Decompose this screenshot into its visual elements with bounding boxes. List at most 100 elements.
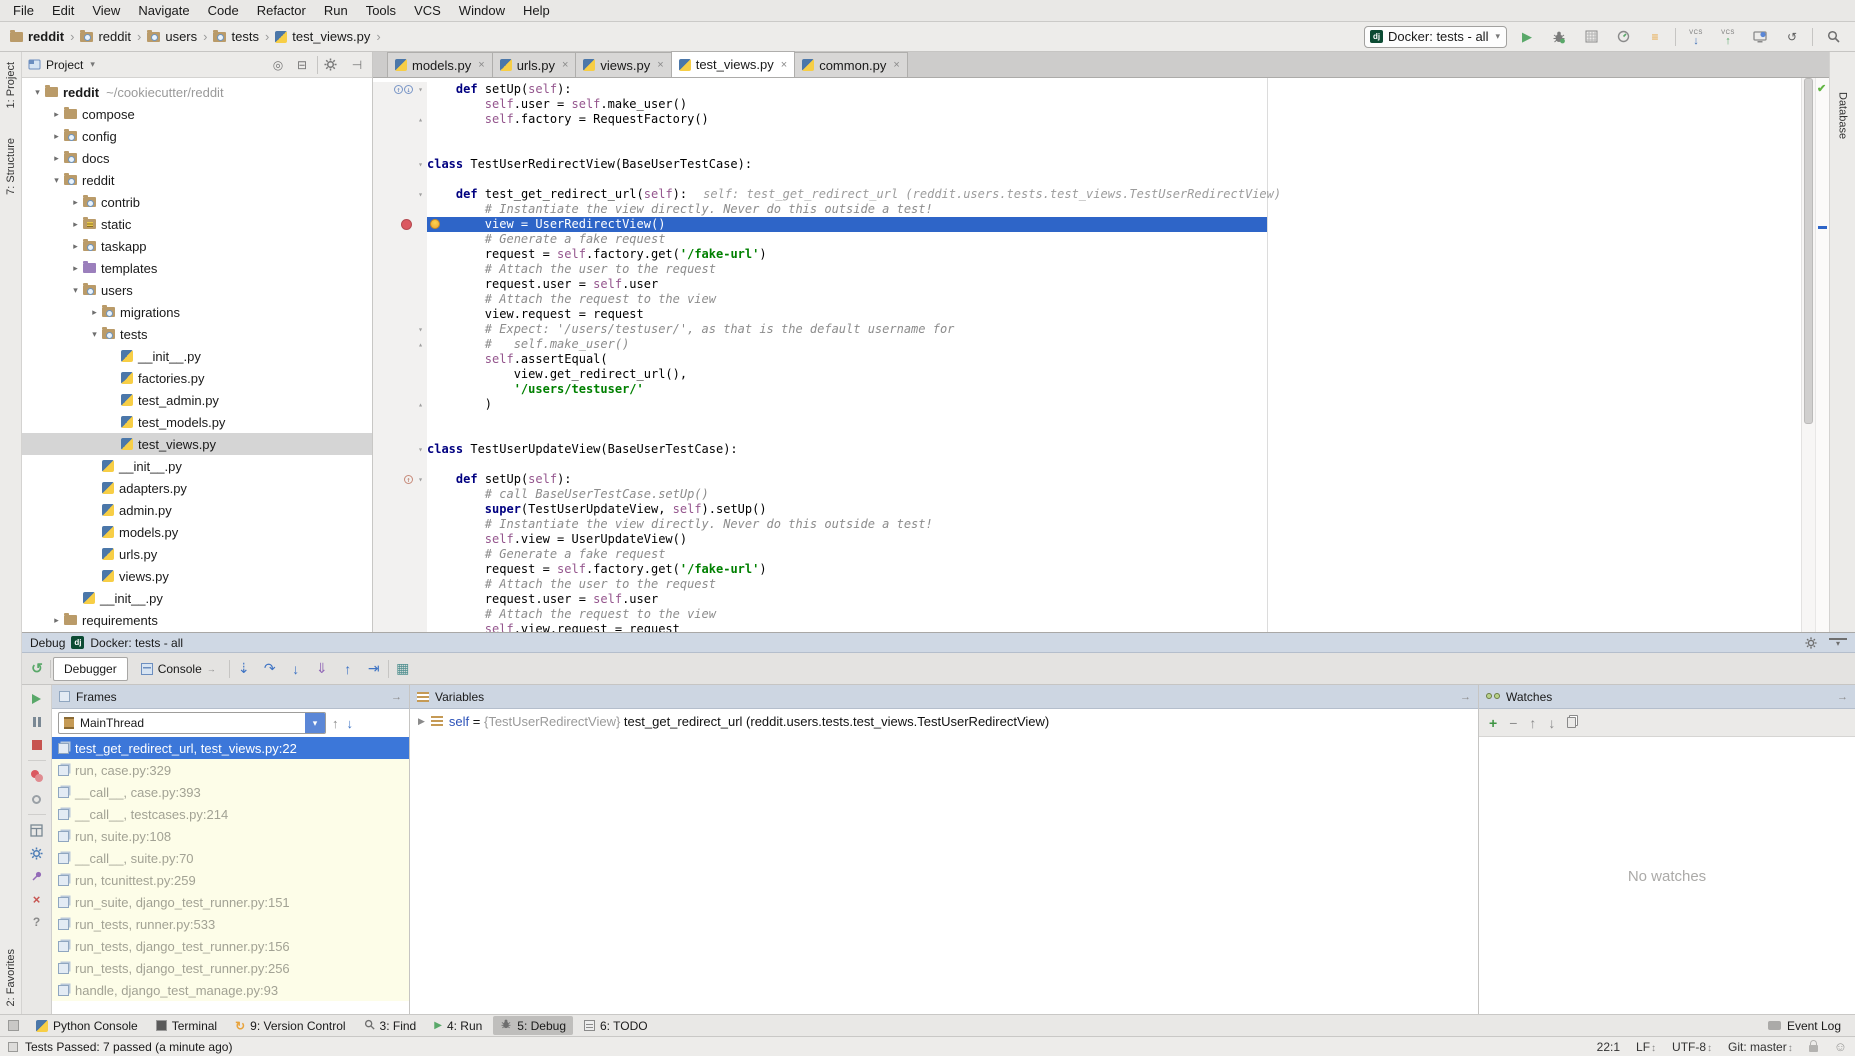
editor-gutter[interactable] (373, 247, 427, 262)
frame-row[interactable]: run_tests, runner.py:533 (52, 913, 409, 935)
tree-item-contrib[interactable]: ▸contrib (22, 191, 372, 213)
fold-marker-icon[interactable]: ▾ (414, 322, 427, 337)
menu-code[interactable]: Code (199, 0, 248, 21)
editor-gutter[interactable] (373, 232, 427, 247)
mute-breakpoints-icon[interactable] (26, 789, 48, 809)
editor-gutter[interactable] (373, 427, 427, 442)
editor-gutter[interactable] (373, 517, 427, 532)
tree-collapsed-icon[interactable]: ▸ (49, 615, 64, 626)
search-everywhere-icon[interactable] (1821, 26, 1845, 48)
close-tab-icon[interactable]: × (893, 59, 899, 71)
editor-gutter[interactable]: ▾ (373, 157, 427, 172)
line-ending-indicator[interactable]: LF↕ (1636, 1040, 1656, 1054)
intention-bulb-icon[interactable] (430, 219, 440, 229)
editor-gutter[interactable] (373, 487, 427, 502)
frame-row[interactable]: handle, django_test_manage.py:93 (52, 979, 409, 1001)
editor-gutter[interactable] (373, 382, 427, 397)
tree-item-users[interactable]: ▾users (22, 279, 372, 301)
step-over-icon[interactable]: ↷ (258, 657, 282, 681)
run-button[interactable]: ▶ (1515, 26, 1539, 48)
editor-gutter[interactable] (373, 457, 427, 472)
menu-help[interactable]: Help (514, 0, 559, 21)
add-watch-icon[interactable]: + (1489, 715, 1497, 731)
menu-navigate[interactable]: Navigate (129, 0, 198, 21)
remove-watch-icon[interactable]: − (1509, 715, 1517, 731)
locate-file-icon[interactable]: ◎ (269, 58, 287, 72)
tree-item-static[interactable]: ▸static (22, 213, 372, 235)
step-into-icon[interactable]: ↓ (284, 657, 308, 681)
frame-row[interactable]: run_suite, django_test_runner.py:151 (52, 891, 409, 913)
tree-item-compose[interactable]: ▸compose (22, 103, 372, 125)
move-watch-down-icon[interactable]: ↓ (1548, 715, 1555, 731)
chevron-down-icon[interactable]: ▾ (1493, 31, 1502, 42)
caret-position[interactable]: 22:1 (1597, 1040, 1620, 1054)
tab-urls-py[interactable]: urls.py× (492, 52, 577, 77)
breadcrumb-item[interactable]: reddit (10, 29, 64, 44)
toolwindow-tab-structure[interactable]: 7: Structure (5, 138, 17, 195)
toolwindow-tab-project[interactable]: 1: Project (5, 62, 17, 108)
resume-icon[interactable] (26, 689, 48, 709)
next-frame-icon[interactable]: ↓ (347, 716, 354, 731)
close-tab-icon[interactable]: × (657, 59, 663, 71)
collapse-all-icon[interactable]: ⊟ (293, 58, 311, 72)
editor-gutter[interactable] (373, 217, 427, 232)
close-tab-icon[interactable]: × (562, 59, 568, 71)
revert-button[interactable]: ↺ (1780, 26, 1804, 48)
tree-item-templates[interactable]: ▸templates (22, 257, 372, 279)
editor-gutter[interactable]: ▴ (373, 397, 427, 412)
tree-collapsed-icon[interactable]: ▸ (49, 109, 64, 120)
editor-gutter[interactable]: ▾ (373, 442, 427, 457)
frame-row[interactable]: run, suite.py:108 (52, 825, 409, 847)
toolwindow-tab-favorites[interactable]: 2: Favorites (5, 949, 17, 1006)
editor-gutter[interactable]: ▾ (373, 322, 427, 337)
force-step-into-icon[interactable]: ⇓ (310, 657, 334, 681)
tab-models-py[interactable]: models.py× (387, 52, 493, 77)
editor-gutter[interactable] (373, 97, 427, 112)
editor-gutter[interactable] (373, 592, 427, 607)
debug-settings-gear-icon[interactable] (26, 843, 48, 863)
event-log-icon[interactable] (1768, 1021, 1781, 1030)
thread-select[interactable]: MainThread ▾ (58, 712, 326, 734)
tree-item-test-views-py[interactable]: test_views.py (22, 433, 372, 455)
lock-icon[interactable] (1809, 1045, 1818, 1052)
expand-toggle-icon[interactable]: ▶ (418, 716, 425, 727)
breadcrumb-item[interactable]: test_views.py (275, 29, 370, 44)
editor-gutter[interactable] (373, 262, 427, 277)
hector-inspector-icon[interactable]: ☺ (1834, 1041, 1847, 1053)
editor-gutter[interactable] (373, 307, 427, 322)
tree-collapsed-icon[interactable]: ▸ (68, 219, 83, 230)
event-log-label[interactable]: Event Log (1787, 1019, 1841, 1033)
toolwindow-button-vcs[interactable]: ↻9: Version Control (228, 1016, 352, 1035)
chevron-down-icon[interactable]: ▾ (305, 713, 325, 733)
profiler-button[interactable] (1611, 26, 1635, 48)
editor-gutter[interactable] (373, 292, 427, 307)
fold-marker-icon[interactable]: ▾ (414, 442, 427, 457)
close-icon[interactable]: × (26, 889, 48, 909)
tree-item-adapters-py[interactable]: adapters.py (22, 477, 372, 499)
toolwindow-switcher-icon[interactable] (8, 1020, 19, 1031)
coverage-button[interactable] (1579, 26, 1603, 48)
menu-vcs[interactable]: VCS (405, 0, 450, 21)
tree-item-test-models-py[interactable]: test_models.py (22, 411, 372, 433)
duplicate-watch-icon[interactable] (1567, 717, 1576, 728)
evaluate-expression-icon[interactable]: ▦ (391, 657, 415, 681)
tree-collapsed-icon[interactable]: ▸ (68, 263, 83, 274)
editor-gutter[interactable]: ▴ (373, 337, 427, 352)
popup-arrow-icon[interactable]: → (1837, 691, 1848, 703)
menu-view[interactable]: View (83, 0, 129, 21)
toolwindow-button-terminal[interactable]: Terminal (149, 1016, 224, 1035)
tree-collapsed-icon[interactable]: ▸ (68, 241, 83, 252)
frames-list[interactable]: test_get_redirect_url, test_views.py:22r… (52, 737, 409, 1015)
pause-icon[interactable] (26, 712, 48, 732)
toolwindow-tab-database[interactable]: Database (1837, 92, 1849, 139)
menu-run[interactable]: Run (315, 0, 357, 21)
tree-item-models-py[interactable]: models.py (22, 521, 372, 543)
run-to-cursor-icon[interactable]: ⇥ (362, 657, 386, 681)
gear-icon[interactable] (324, 58, 342, 71)
show-execution-point-icon[interactable]: ⇣ (232, 657, 256, 681)
editor-gutter[interactable]: ↑↓▾ (373, 82, 427, 97)
frame-row[interactable]: test_get_redirect_url, test_views.py:22 (52, 737, 409, 759)
tree-item-config[interactable]: ▸config (22, 125, 372, 147)
pin-tab-icon[interactable] (26, 866, 48, 886)
toolwindow-button-run[interactable]: ▶4: Run (427, 1016, 489, 1035)
